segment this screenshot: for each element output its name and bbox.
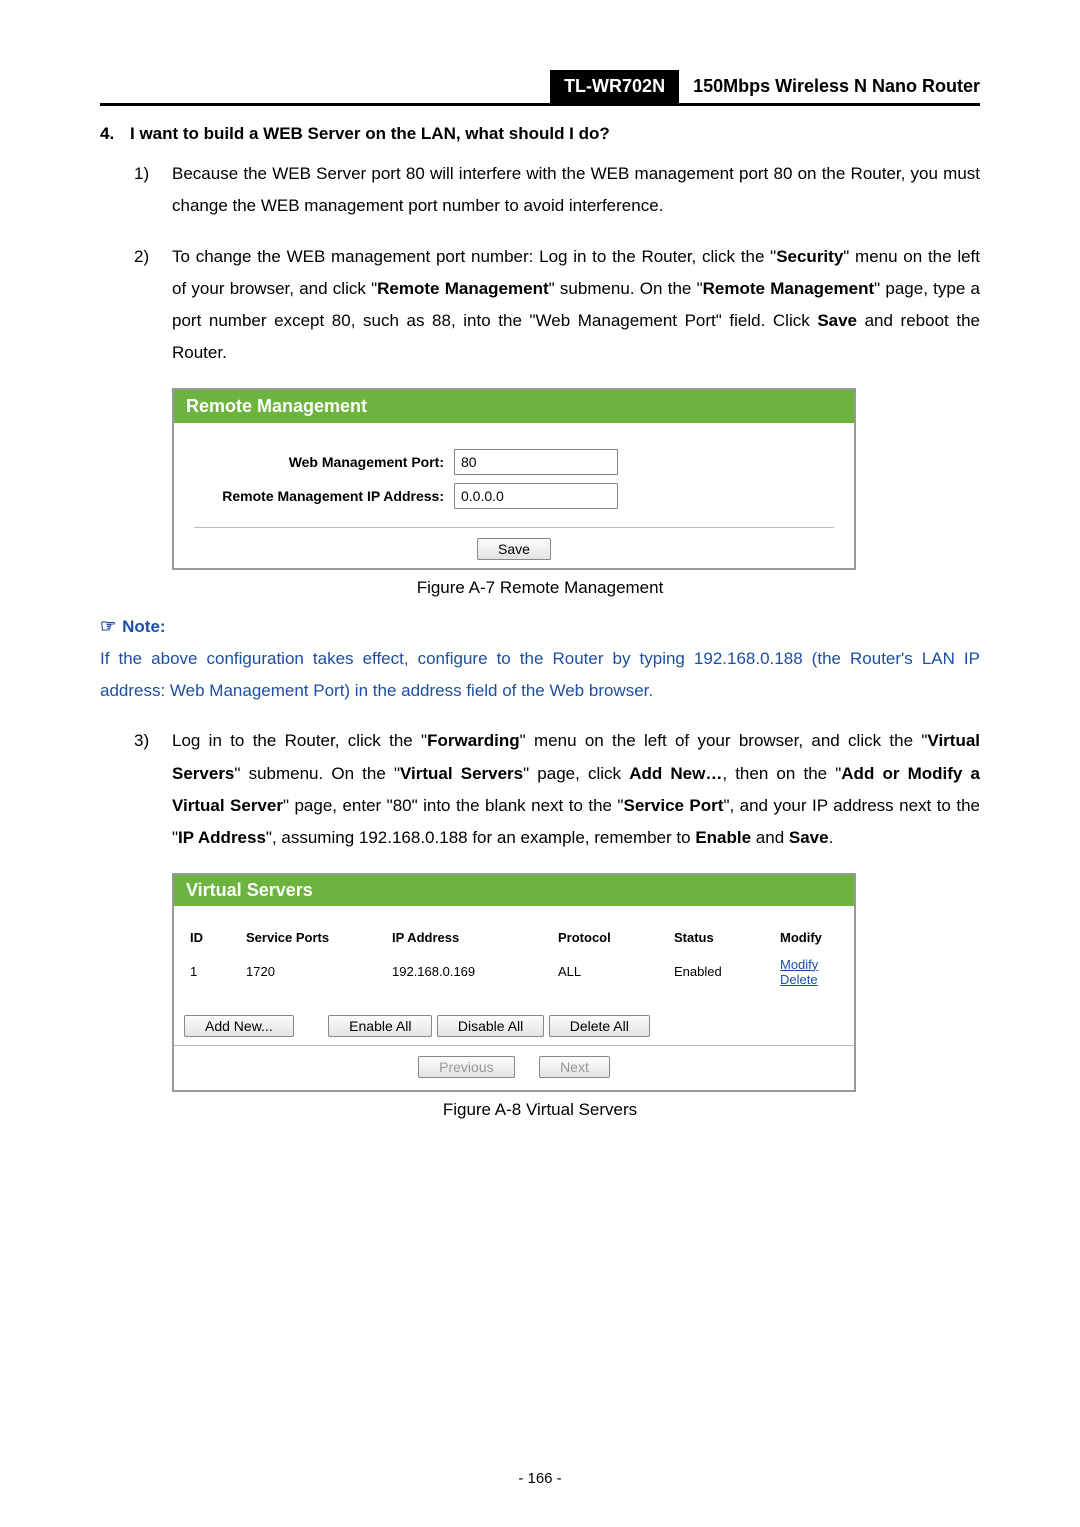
input-remote-ip[interactable] [454, 483, 618, 509]
bold: Remote Management [703, 279, 875, 298]
bold: Security [776, 247, 843, 266]
section-title-text: I want to build a WEB Server on the LAN,… [130, 124, 610, 144]
cell-proto: ALL [550, 951, 666, 993]
note-body: If the above configuration takes effect,… [100, 643, 980, 708]
text: and [751, 828, 789, 847]
list-item-3: 3) Log in to the Router, click the "Forw… [134, 725, 980, 854]
text: " page, enter "80" into the blank next t… [283, 796, 624, 815]
col-ports: Service Ports [238, 924, 384, 951]
doc-header: TL-WR702N 150Mbps Wireless N Nano Router [100, 70, 980, 106]
text: . [829, 828, 834, 847]
col-id: ID [174, 924, 238, 951]
modify-link[interactable]: Modify [780, 957, 818, 972]
text: " page, click [523, 764, 629, 783]
note-label: Note: [122, 617, 165, 636]
table-row: 1 1720 192.168.0.169 ALL Enabled Modify … [174, 951, 854, 993]
col-ip: IP Address [384, 924, 550, 951]
hand-icon: ☞ [100, 616, 116, 636]
text: To change the WEB management port number… [172, 247, 776, 266]
cell-ip: 192.168.0.169 [384, 951, 550, 993]
bold: Service Port [623, 796, 723, 815]
bold: Add New… [629, 764, 722, 783]
text: Log in to the Router, click the " [172, 731, 427, 750]
figure-caption-a7: Figure A-7 Remote Management [100, 578, 980, 598]
section-heading: 4. I want to build a WEB Server on the L… [100, 124, 980, 144]
panel-title: Remote Management [174, 390, 854, 423]
text: , then on the " [722, 764, 841, 783]
panel-title: Virtual Servers [174, 875, 854, 906]
list-bullet: 2) [134, 241, 172, 370]
cell-id: 1 [174, 951, 238, 993]
text: " submenu. On the " [234, 764, 400, 783]
figure-caption-a8: Figure A-8 Virtual Servers [100, 1100, 980, 1120]
section-number: 4. [100, 124, 130, 144]
bold: IP Address [178, 828, 266, 847]
list-bullet: 1) [134, 158, 172, 223]
save-button[interactable]: Save [477, 538, 551, 560]
table-header-row: ID Service Ports IP Address Protocol Sta… [174, 924, 854, 951]
col-status: Status [666, 924, 772, 951]
enable-all-button[interactable]: Enable All [328, 1015, 432, 1037]
label-remote-ip: Remote Management IP Address: [194, 488, 454, 504]
bold: Virtual Servers [400, 764, 523, 783]
text: " submenu. On the " [549, 279, 703, 298]
bold: Save [789, 828, 829, 847]
next-button[interactable]: Next [539, 1056, 610, 1078]
bold: Save [817, 311, 857, 330]
list-item-1: 1) Because the WEB Server port 80 will i… [134, 158, 980, 223]
list-bullet: 3) [134, 725, 172, 854]
figure-remote-management: Remote Management Web Management Port: R… [172, 388, 980, 570]
bold: Forwarding [427, 731, 520, 750]
bold: Remote Management [377, 279, 549, 298]
disable-all-button[interactable]: Disable All [437, 1015, 544, 1037]
doc-title: 150Mbps Wireless N Nano Router [679, 70, 980, 103]
text: ", assuming 192.168.0.188 for an example… [266, 828, 695, 847]
cell-status: Enabled [666, 951, 772, 993]
previous-button[interactable]: Previous [418, 1056, 514, 1078]
note-heading: ☞ Note: [100, 616, 980, 637]
col-modify: Modify [772, 924, 854, 951]
cell-ports: 1720 [238, 951, 384, 993]
delete-link[interactable]: Delete [780, 972, 818, 987]
col-proto: Protocol [550, 924, 666, 951]
add-new-button[interactable]: Add New... [184, 1015, 294, 1037]
delete-all-button[interactable]: Delete All [549, 1015, 650, 1037]
list-content: To change the WEB management port number… [172, 241, 980, 370]
label-web-port: Web Management Port: [194, 454, 454, 470]
page-number: - 166 - [0, 1470, 1080, 1487]
input-web-port[interactable] [454, 449, 618, 475]
virtual-servers-table: ID Service Ports IP Address Protocol Sta… [174, 924, 854, 993]
figure-virtual-servers: Virtual Servers ID Service Ports IP Addr… [172, 873, 980, 1092]
list-content: Log in to the Router, click the "Forward… [172, 725, 980, 854]
bold: Enable [695, 828, 751, 847]
list-item-2: 2) To change the WEB management port num… [134, 241, 980, 370]
list-content: Because the WEB Server port 80 will inte… [172, 158, 980, 223]
text: " menu on the left of your browser, and … [520, 731, 928, 750]
model-badge: TL-WR702N [550, 70, 679, 103]
